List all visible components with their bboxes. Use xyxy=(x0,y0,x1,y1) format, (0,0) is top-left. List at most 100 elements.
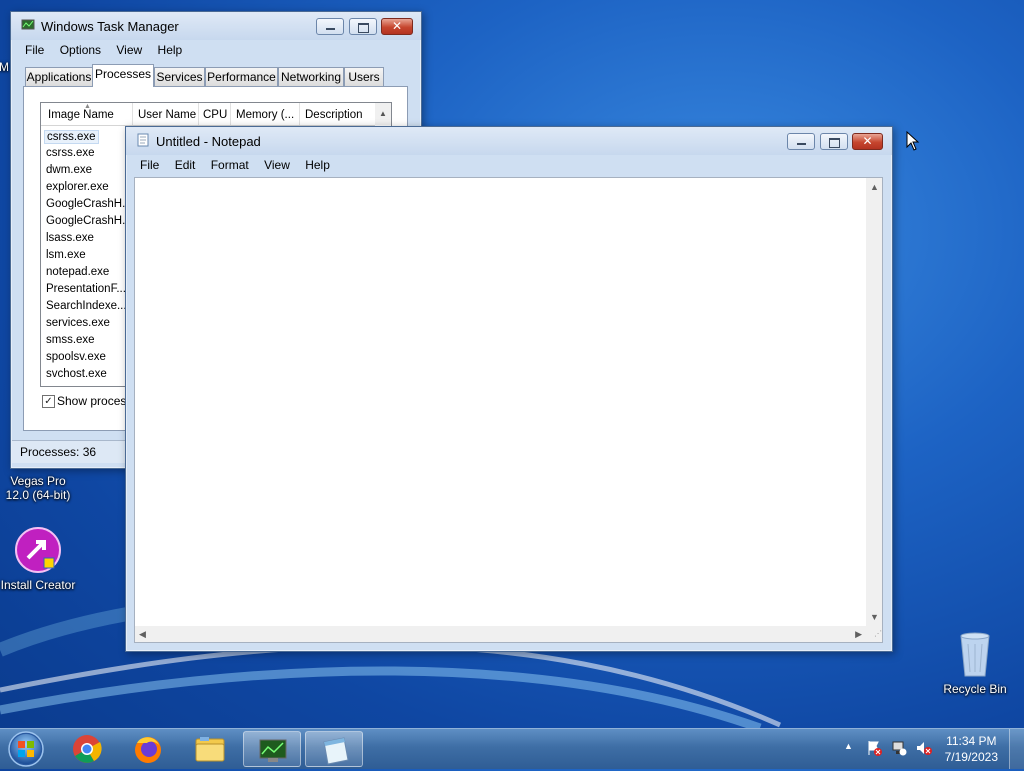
taskbar-task-manager[interactable] xyxy=(243,731,301,767)
desktop-icon-label: Recycle Bin xyxy=(943,682,1007,696)
task-manager-icon xyxy=(21,18,35,32)
column-description[interactable]: Description xyxy=(305,109,363,121)
tab-networking[interactable]: Networking xyxy=(278,67,344,86)
process-row[interactable]: explorer.exe xyxy=(46,181,109,193)
taskbar: ▲ 11:34 PM 7/19/2023 xyxy=(0,728,1024,769)
show-hidden-icons-icon[interactable]: ▲ xyxy=(844,741,853,751)
taskbar-file-explorer[interactable] xyxy=(181,731,239,767)
process-list-header: Image Name ▲ User Name CPU Memory (... D… xyxy=(41,103,375,126)
menu-format[interactable]: Format xyxy=(205,156,255,174)
task-manager-icon xyxy=(259,739,287,762)
desktop-icon-label: Vegas Pro 12.0 (64-bit) xyxy=(5,474,71,502)
process-row[interactable]: lsm.exe xyxy=(46,249,86,261)
menu-view[interactable]: View xyxy=(258,156,296,174)
task-manager-menubar: File Options View Help xyxy=(19,41,413,60)
maximize-icon xyxy=(358,23,369,33)
clock-time: 11:34 PM xyxy=(946,734,997,748)
process-row[interactable]: dwm.exe xyxy=(46,164,92,176)
clock-date: 7/19/2023 xyxy=(944,750,998,764)
tab-applications[interactable]: Applications xyxy=(25,67,93,86)
column-image-name[interactable]: Image Name xyxy=(48,109,114,121)
minimize-button[interactable] xyxy=(316,18,344,35)
process-list-vscroll[interactable]: ▲ xyxy=(375,103,391,125)
notepad-text-area[interactable]: ▲ ▼ ◀ ▶ ⋰ xyxy=(134,177,883,643)
process-row[interactable]: svchost.exe xyxy=(46,368,107,380)
menu-view[interactable]: View xyxy=(110,41,148,59)
resize-grip-icon[interactable]: ⋰ xyxy=(866,626,882,642)
process-count: Processes: 36 xyxy=(20,445,97,459)
process-row[interactable]: services.exe xyxy=(46,317,110,329)
maximize-button[interactable] xyxy=(820,133,848,150)
taskbar-chrome[interactable] xyxy=(58,731,116,767)
tab-services[interactable]: Services xyxy=(154,67,205,86)
taskbar-firefox[interactable] xyxy=(119,731,177,767)
process-row[interactable]: smss.exe xyxy=(46,334,95,346)
file-explorer-icon xyxy=(195,737,225,762)
column-user-name[interactable]: User Name xyxy=(138,109,196,121)
column-memory[interactable]: Memory (... xyxy=(236,109,294,121)
maximize-icon xyxy=(829,138,840,148)
menu-help[interactable]: Help xyxy=(299,156,336,174)
minimize-button[interactable] xyxy=(787,133,815,150)
column-cpu[interactable]: CPU xyxy=(203,109,227,121)
notepad-titlebar[interactable]: Untitled - Notepad ✕ xyxy=(126,127,892,155)
install-creator-icon xyxy=(14,526,62,574)
desktop-icon-recycle-bin[interactable]: Recycle Bin xyxy=(935,630,1015,696)
menu-file[interactable]: File xyxy=(134,156,165,174)
process-row[interactable]: csrss.exe xyxy=(46,147,95,159)
tab-processes[interactable]: Processes xyxy=(92,64,154,87)
minimize-icon xyxy=(326,28,335,30)
close-button[interactable]: ✕ xyxy=(852,133,883,150)
close-icon: ✕ xyxy=(391,19,403,33)
chrome-icon xyxy=(73,735,102,763)
start-orb-icon xyxy=(8,731,44,767)
menu-help[interactable]: Help xyxy=(152,41,189,59)
maximize-button[interactable] xyxy=(349,18,377,35)
scroll-up-icon: ▲ xyxy=(379,109,387,118)
start-button[interactable] xyxy=(5,730,47,768)
close-icon: ✕ xyxy=(862,134,873,148)
recycle-bin-icon xyxy=(955,630,995,678)
close-button[interactable]: ✕ xyxy=(381,18,413,35)
tab-users[interactable]: Users xyxy=(344,67,384,86)
menu-options[interactable]: Options xyxy=(54,41,107,59)
sort-arrow-icon: ▲ xyxy=(84,103,91,110)
process-row[interactable]: lsass.exe xyxy=(46,232,94,244)
mouse-cursor-icon xyxy=(906,131,920,151)
window-title: Windows Task Manager xyxy=(41,19,179,34)
system-clock[interactable]: 11:34 PM 7/19/2023 xyxy=(945,733,998,765)
menu-file[interactable]: File xyxy=(19,41,50,59)
task-manager-titlebar[interactable]: Windows Task Manager ✕ xyxy=(11,12,421,40)
network-icon[interactable] xyxy=(891,740,907,759)
desktop-icon-install-creator[interactable]: Install Creator xyxy=(0,526,78,592)
process-row[interactable]: SearchIndexe... xyxy=(46,300,127,312)
window-title: Untitled - Notepad xyxy=(156,134,261,149)
process-row[interactable]: PresentationF... xyxy=(46,283,126,295)
volume-muted-icon[interactable] xyxy=(915,740,933,759)
desktop-icon-label: Install Creator xyxy=(0,578,76,592)
taskbar-notepad[interactable] xyxy=(305,731,363,767)
checkbox-box: ✓ xyxy=(42,395,55,408)
notepad-menubar: File Edit Format View Help xyxy=(134,156,884,175)
action-center-icon[interactable] xyxy=(866,740,882,756)
process-row[interactable]: GoogleCrashH... xyxy=(46,198,132,210)
process-row[interactable]: spoolsv.exe xyxy=(46,351,106,363)
show-desktop-button[interactable] xyxy=(1009,729,1024,769)
scroll-up-icon: ▲ xyxy=(870,182,879,192)
minimize-icon xyxy=(797,143,806,145)
desktop-icon-vegas-pro[interactable]: Vegas Pro 12.0 (64-bit) xyxy=(0,474,78,502)
menu-edit[interactable]: Edit xyxy=(169,156,202,174)
scroll-left-icon: ◀ xyxy=(139,629,146,639)
notepad-icon xyxy=(136,133,150,147)
horizontal-scrollbar[interactable]: ◀ ▶ xyxy=(135,626,866,642)
scroll-down-icon: ▼ xyxy=(870,612,879,622)
notepad-window: Untitled - Notepad ✕ File Edit Format Vi… xyxy=(125,126,893,652)
firefox-icon xyxy=(135,737,161,763)
scroll-right-icon: ▶ xyxy=(855,629,862,639)
notepad-icon xyxy=(323,737,349,765)
vertical-scrollbar[interactable]: ▲ ▼ xyxy=(866,178,882,626)
process-row[interactable]: notepad.exe xyxy=(46,266,109,278)
tab-performance[interactable]: Performance xyxy=(205,67,278,86)
process-row[interactable]: csrss.exe xyxy=(44,130,99,144)
process-row[interactable]: GoogleCrashH... xyxy=(46,215,132,227)
